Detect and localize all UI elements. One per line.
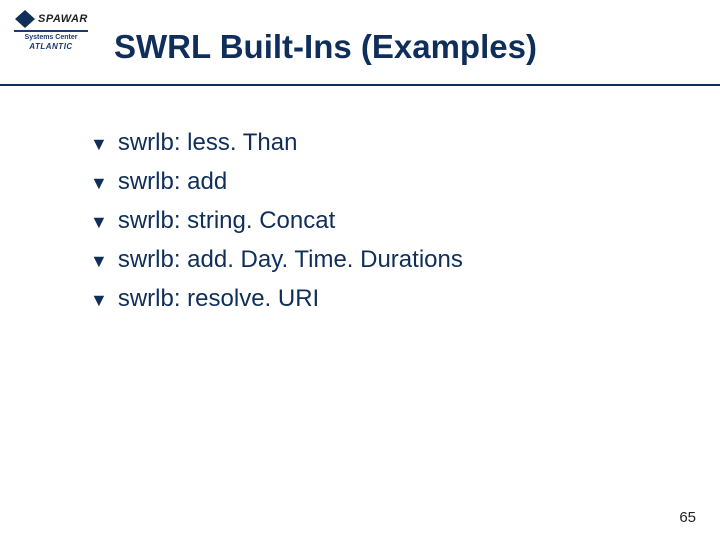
logo-subtext-1: Systems Center — [14, 34, 88, 42]
bullet-text: swrlb: string. Concat — [118, 208, 335, 234]
logo-top-row: SPAWAR — [14, 10, 88, 28]
bullet-icon: ▼ — [90, 131, 108, 157]
spawar-logo: SPAWAR Systems Center ATLANTIC — [14, 10, 88, 51]
bullet-text: swrlb: less. Than — [118, 130, 298, 156]
list-item: ▼ swrlb: string. Concat — [90, 208, 463, 235]
list-item: ▼ swrlb: resolve. URI — [90, 286, 463, 313]
title-underline — [0, 84, 720, 86]
bullet-icon: ▼ — [90, 209, 108, 235]
bullet-list: ▼ swrlb: less. Than ▼ swrlb: add ▼ swrlb… — [90, 130, 463, 325]
bullet-text: swrlb: add — [118, 169, 227, 195]
bullet-text: swrlb: add. Day. Time. Durations — [118, 247, 463, 273]
logo-subtext-2: ATLANTIC — [14, 42, 88, 51]
bullet-icon: ▼ — [90, 170, 108, 196]
logo-divider — [14, 30, 88, 32]
logo-wordmark: SPAWAR — [38, 13, 88, 25]
logo-mark-icon — [14, 10, 36, 28]
page-number: 65 — [679, 509, 696, 526]
list-item: ▼ swrlb: less. Than — [90, 130, 463, 157]
slide: SPAWAR Systems Center ATLANTIC SWRL Buil… — [0, 0, 720, 540]
bullet-icon: ▼ — [90, 287, 108, 313]
bullet-icon: ▼ — [90, 248, 108, 274]
list-item: ▼ swrlb: add — [90, 169, 463, 196]
list-item: ▼ swrlb: add. Day. Time. Durations — [90, 247, 463, 274]
bullet-text: swrlb: resolve. URI — [118, 286, 319, 312]
slide-title: SWRL Built-Ins (Examples) — [114, 28, 537, 66]
